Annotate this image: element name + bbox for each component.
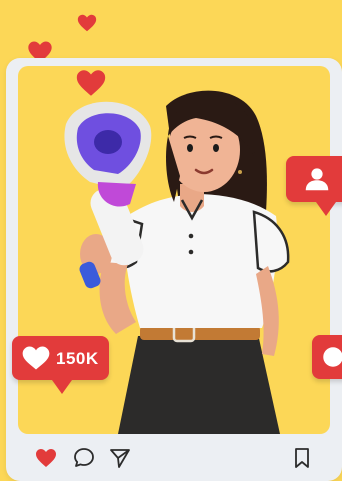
send-icon[interactable] <box>108 446 132 470</box>
post-action-bar <box>6 434 342 481</box>
user-icon <box>305 168 329 191</box>
scene: 150K <box>0 0 342 481</box>
like-heart-icon[interactable] <box>34 446 58 470</box>
comment-icon <box>323 347 342 367</box>
post-card <box>6 58 342 481</box>
comment-notification <box>312 335 342 379</box>
floating-heart-icon <box>77 14 97 32</box>
comment-icon[interactable] <box>72 446 96 470</box>
like-notification: 150K <box>12 336 109 394</box>
floating-heart-icon <box>76 70 106 96</box>
bookmark-icon[interactable] <box>290 446 314 470</box>
like-count: 150K <box>56 349 99 368</box>
follower-notification <box>286 156 342 216</box>
heart-icon <box>22 346 50 370</box>
